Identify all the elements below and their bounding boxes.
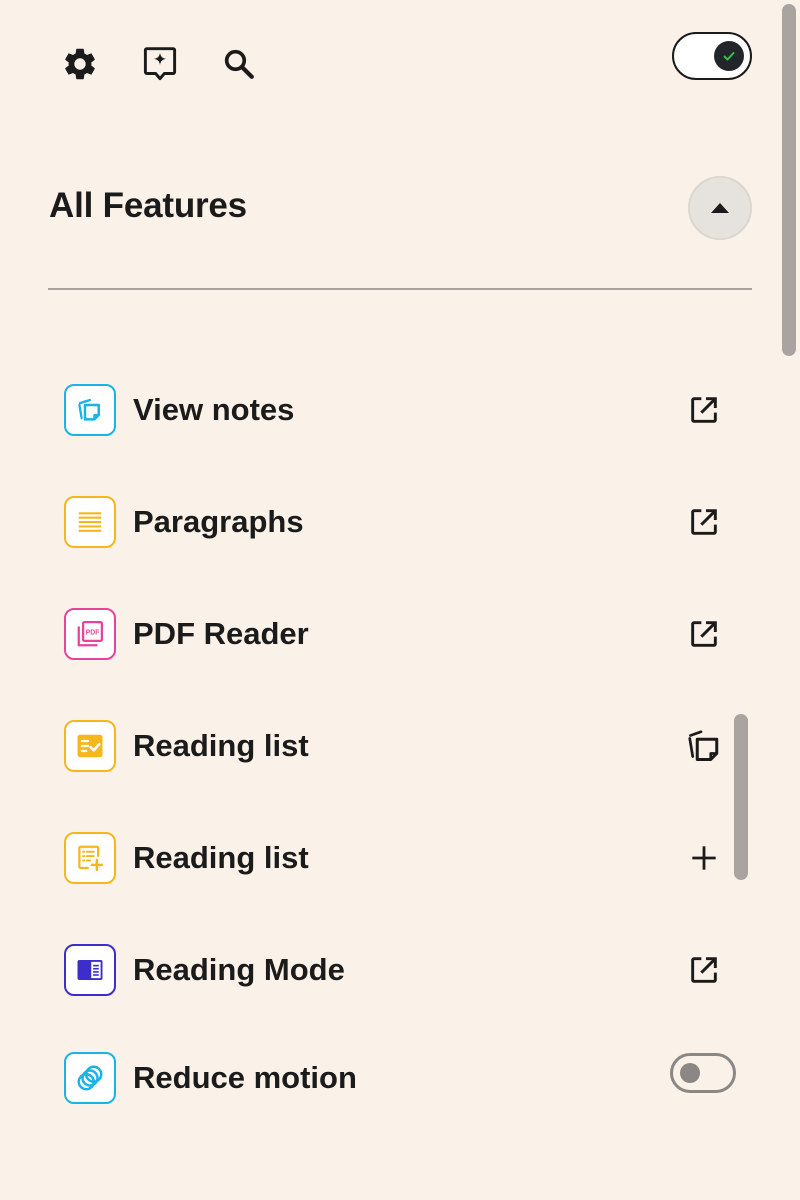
paragraphs-icon (64, 496, 116, 548)
copy-button[interactable] (684, 726, 724, 766)
page-scrollbar[interactable] (782, 4, 796, 356)
search-button[interactable] (219, 44, 259, 84)
feature-row-view-notes[interactable]: View notes (64, 382, 744, 438)
check-icon (723, 52, 735, 61)
feature-label: View notes (133, 392, 295, 427)
section-title: All Features (49, 186, 247, 225)
list-scrollbar[interactable] (734, 714, 748, 880)
feature-label: Reduce motion (133, 1060, 357, 1095)
open-external-button[interactable] (684, 390, 724, 430)
toggle-knob (680, 1063, 700, 1083)
pdf-glyph-text: PDF (86, 629, 100, 636)
search-icon (224, 49, 254, 79)
feature-row-pdf-reader[interactable]: PDF PDF Reader (64, 606, 744, 662)
feature-row-reduce-motion[interactable]: Reduce motion (64, 1050, 744, 1106)
reduce-motion-toggle[interactable] (670, 1053, 736, 1093)
feature-label: Reading list (133, 840, 309, 875)
external-link-icon (691, 509, 717, 535)
reading-list-check-icon (64, 720, 116, 772)
collapse-button[interactable] (688, 176, 752, 240)
add-button[interactable] (684, 838, 724, 878)
pdf-icon: PDF (64, 608, 116, 660)
open-external-button[interactable] (684, 614, 724, 654)
section-divider (48, 288, 752, 290)
reduce-motion-icon (64, 1052, 116, 1104)
feature-label: PDF Reader (133, 616, 309, 651)
external-link-icon (691, 397, 717, 423)
feature-row-reading-mode[interactable]: Reading Mode (64, 942, 744, 998)
feature-row-reading-list-view[interactable]: Reading list (64, 718, 744, 774)
feature-label: Reading list (133, 728, 309, 763)
reading-mode-icon (64, 944, 116, 996)
open-external-button[interactable] (684, 950, 724, 990)
notes-icon (64, 384, 116, 436)
extension-toggle[interactable] (672, 32, 752, 80)
feature-label: Reading Mode (133, 952, 345, 987)
open-external-button[interactable] (684, 502, 724, 542)
external-link-icon (691, 621, 717, 647)
sparkle-badge-icon (143, 47, 177, 81)
settings-button[interactable] (60, 44, 100, 84)
reading-list-add-icon (64, 832, 116, 884)
feature-label: Paragraphs (133, 504, 304, 539)
external-link-icon (691, 957, 717, 983)
feature-row-paragraphs[interactable]: Paragraphs (64, 494, 744, 550)
feature-row-reading-list-add[interactable]: Reading list (64, 830, 744, 886)
toggle-knob (714, 41, 744, 71)
plus-icon (692, 846, 716, 870)
gear-icon (65, 48, 95, 80)
caret-up-icon (711, 203, 729, 213)
copy-icon (688, 730, 719, 761)
assistant-button[interactable] (140, 44, 180, 84)
